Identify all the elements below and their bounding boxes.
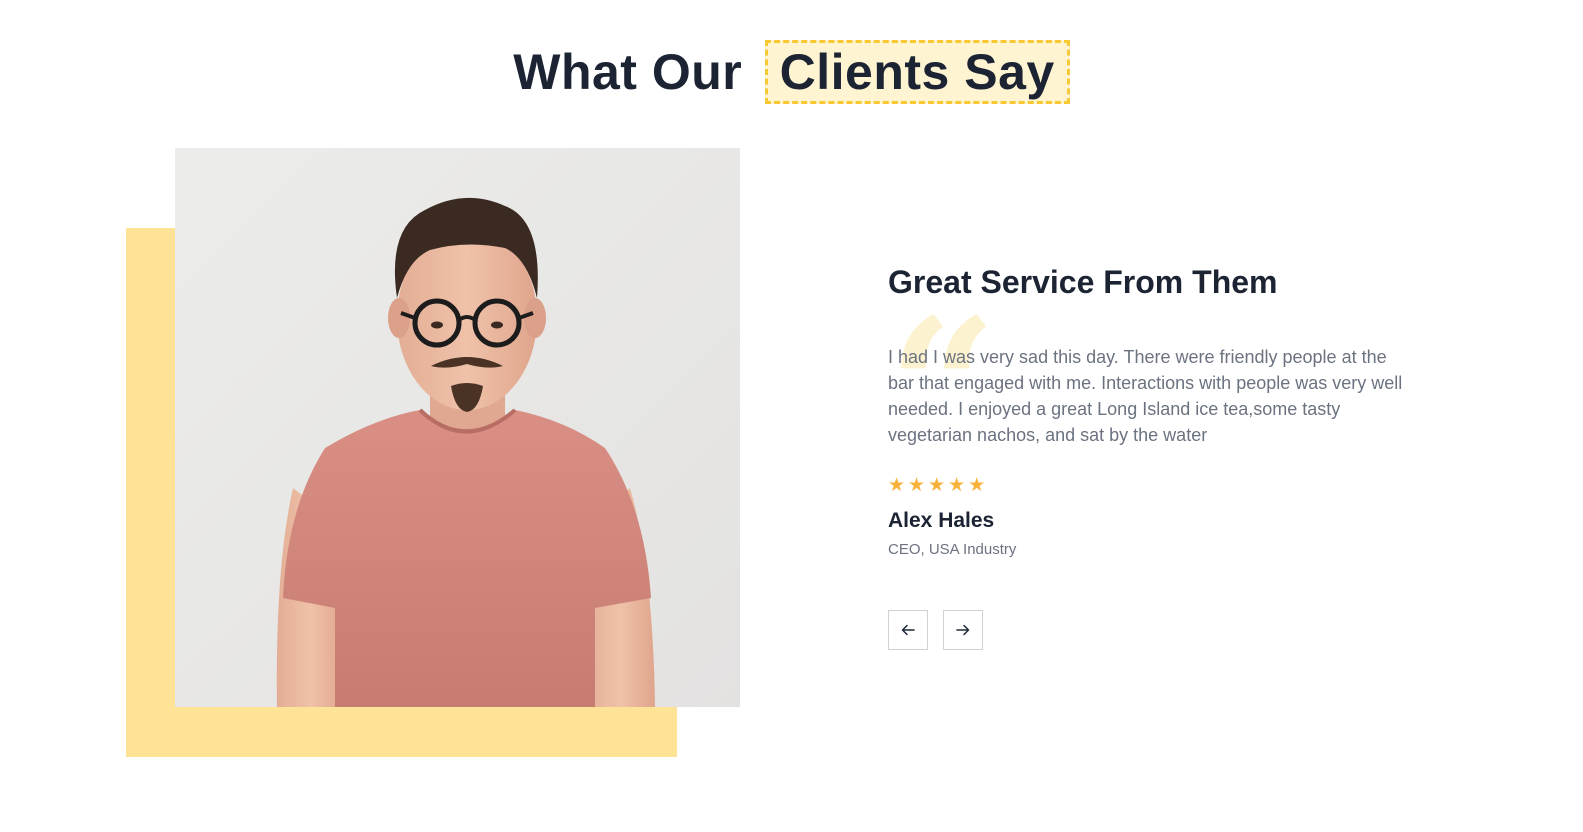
heading-plain-text: What Our [513,43,743,100]
testimonial-text: I had I was very sad this day. There wer… [888,347,1403,445]
star-icon: ★ [948,475,966,496]
star-icon: ★ [968,475,986,496]
testimonial-title: Great Service From Them [888,264,1278,300]
testimonials-section: What Our Clients Say Great Service From … [0,0,1583,832]
testimonial-content: Great Service From Them “ I had I was ve… [888,260,1448,650]
arrow-right-icon [956,624,970,636]
star-icon: ★ [928,475,946,496]
client-photo [175,148,740,707]
author-role: CEO, USA Industry [888,541,1017,558]
arrow-left-icon [901,624,915,636]
star-icon: ★ [908,475,926,496]
author-name: Alex Hales [888,509,995,532]
testimonial-quote: “ I had I was very sad this day. There w… [888,294,1448,484]
previous-button[interactable] [888,610,928,650]
testimonial-navigation [888,610,1448,650]
star-icon: ★ [888,475,906,496]
section-heading: What Our Clients Say [0,36,1583,104]
heading-highlight-text: Clients Say [764,39,1070,104]
rating-stars: ★ ★ ★ ★ ★ [888,476,1448,496]
next-button[interactable] [943,610,983,650]
